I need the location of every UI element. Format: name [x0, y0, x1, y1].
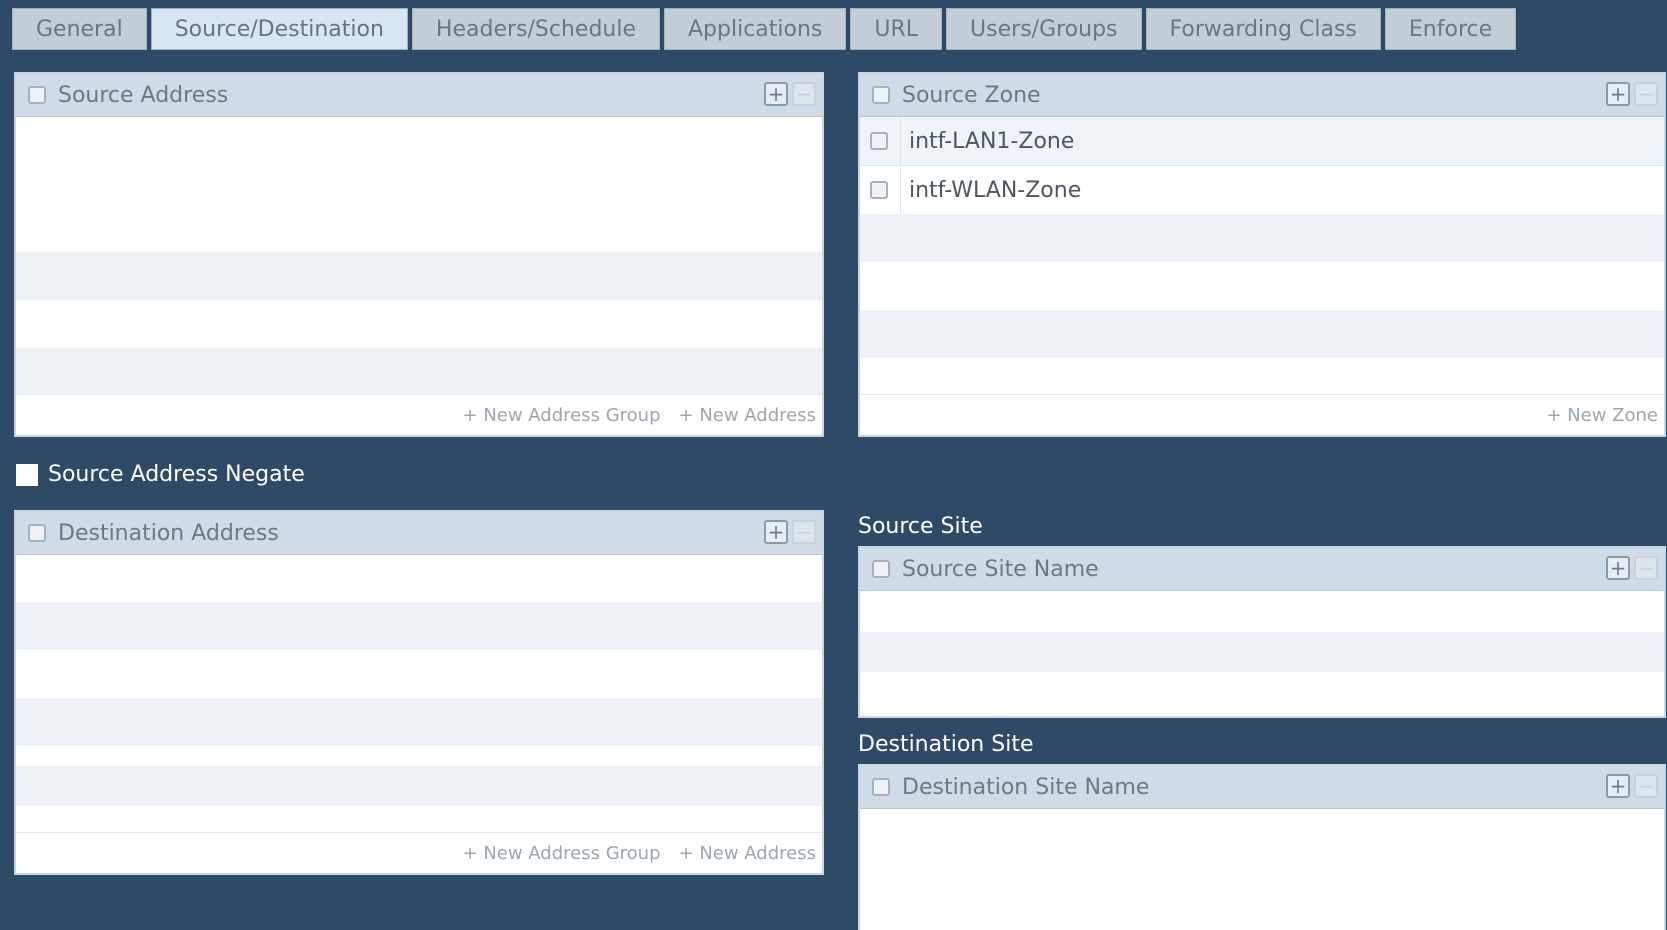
- select-all-destination-site-checkbox[interactable]: [872, 778, 890, 796]
- plus-square-icon[interactable]: +: [1606, 82, 1630, 106]
- destination-address-header: Destination Address + −: [16, 512, 822, 555]
- plus-square-icon[interactable]: +: [1606, 556, 1630, 580]
- source-zone-footer: + New Zone: [860, 394, 1664, 435]
- source-address-panel: Source Address + − + New Address Group +…: [14, 72, 824, 437]
- destination-address-footer: + New Address Group + New Address: [16, 832, 822, 873]
- new-address-link[interactable]: + New Address: [679, 843, 816, 864]
- column-divider: [900, 166, 901, 214]
- source-address-title: Source Address: [58, 82, 229, 108]
- empty-row-stripe: [16, 766, 822, 806]
- select-all-source-zone-checkbox[interactable]: [872, 86, 890, 104]
- tab-applications[interactable]: Applications: [664, 8, 847, 50]
- source-address-negate-label: Source Address Negate: [48, 462, 305, 487]
- tab-enforce[interactable]: Enforce: [1384, 8, 1517, 50]
- source-address-footer: + New Address Group + New Address: [16, 394, 822, 435]
- minus-square-icon[interactable]: −: [1634, 556, 1658, 580]
- empty-row-stripe: [860, 214, 1664, 262]
- empty-row-stripe: [16, 698, 822, 746]
- new-address-link[interactable]: + New Address: [679, 405, 816, 426]
- source-zone-panel: Source Zone + − intf-LAN1-Zone intf-WLAN…: [858, 72, 1666, 437]
- zone-name: intf-LAN1-Zone: [909, 128, 1075, 154]
- source-site-label: Source Site: [858, 514, 983, 539]
- tab-bar: General Source/Destination Headers/Sched…: [12, 8, 1517, 52]
- select-all-source-site-checkbox[interactable]: [872, 560, 890, 578]
- minus-square-icon[interactable]: −: [792, 82, 816, 106]
- new-zone-link[interactable]: + New Zone: [1546, 405, 1658, 426]
- tab-users-groups[interactable]: Users/Groups: [946, 8, 1142, 50]
- source-site-title: Source Site Name: [902, 556, 1099, 582]
- empty-row-stripe: [16, 252, 822, 300]
- tab-general[interactable]: General: [12, 8, 147, 50]
- tab-source-destination[interactable]: Source/Destination: [150, 8, 408, 50]
- new-address-group-link[interactable]: + New Address Group: [463, 843, 661, 864]
- tab-headers-schedule[interactable]: Headers/Schedule: [411, 8, 660, 50]
- column-divider: [900, 117, 901, 165]
- tab-url[interactable]: URL: [850, 8, 943, 50]
- source-address-negate-checkbox[interactable]: [16, 463, 38, 486]
- tab-forwarding-class[interactable]: Forwarding Class: [1145, 8, 1381, 50]
- row-checkbox[interactable]: [870, 132, 888, 150]
- select-all-source-address-checkbox[interactable]: [28, 86, 46, 104]
- list-item[interactable]: intf-WLAN-Zone: [860, 166, 1664, 215]
- destination-address-panel: Destination Address + − + New Address Gr…: [14, 510, 824, 875]
- source-site-header: Source Site Name + −: [860, 548, 1664, 591]
- destination-site-panel: Destination Site Name + −: [858, 764, 1666, 930]
- new-address-group-link[interactable]: + New Address Group: [463, 405, 661, 426]
- destination-site-title: Destination Site Name: [902, 774, 1150, 800]
- zone-name: intf-WLAN-Zone: [909, 177, 1082, 203]
- source-site-panel: Source Site Name + −: [858, 546, 1666, 718]
- source-zone-title: Source Zone: [902, 82, 1041, 108]
- list-item[interactable]: intf-LAN1-Zone: [860, 117, 1664, 166]
- empty-row-stripe: [16, 602, 822, 650]
- minus-square-icon[interactable]: −: [1634, 774, 1658, 798]
- empty-row-stripe: [16, 348, 822, 396]
- plus-square-icon[interactable]: +: [764, 520, 788, 544]
- plus-square-icon[interactable]: +: [764, 82, 788, 106]
- row-checkbox[interactable]: [870, 181, 888, 199]
- minus-square-icon[interactable]: −: [792, 520, 816, 544]
- minus-square-icon[interactable]: −: [1634, 82, 1658, 106]
- select-all-destination-address-checkbox[interactable]: [28, 524, 46, 542]
- destination-site-header: Destination Site Name + −: [860, 766, 1664, 809]
- source-address-negate[interactable]: Source Address Negate: [16, 462, 305, 487]
- destination-address-title: Destination Address: [58, 520, 279, 546]
- plus-square-icon[interactable]: +: [1606, 774, 1630, 798]
- source-address-header: Source Address + −: [16, 74, 822, 117]
- destination-site-label: Destination Site: [858, 732, 1034, 757]
- empty-row-stripe: [860, 310, 1664, 358]
- source-zone-header: Source Zone + −: [860, 74, 1664, 117]
- empty-row-stripe: [860, 632, 1664, 672]
